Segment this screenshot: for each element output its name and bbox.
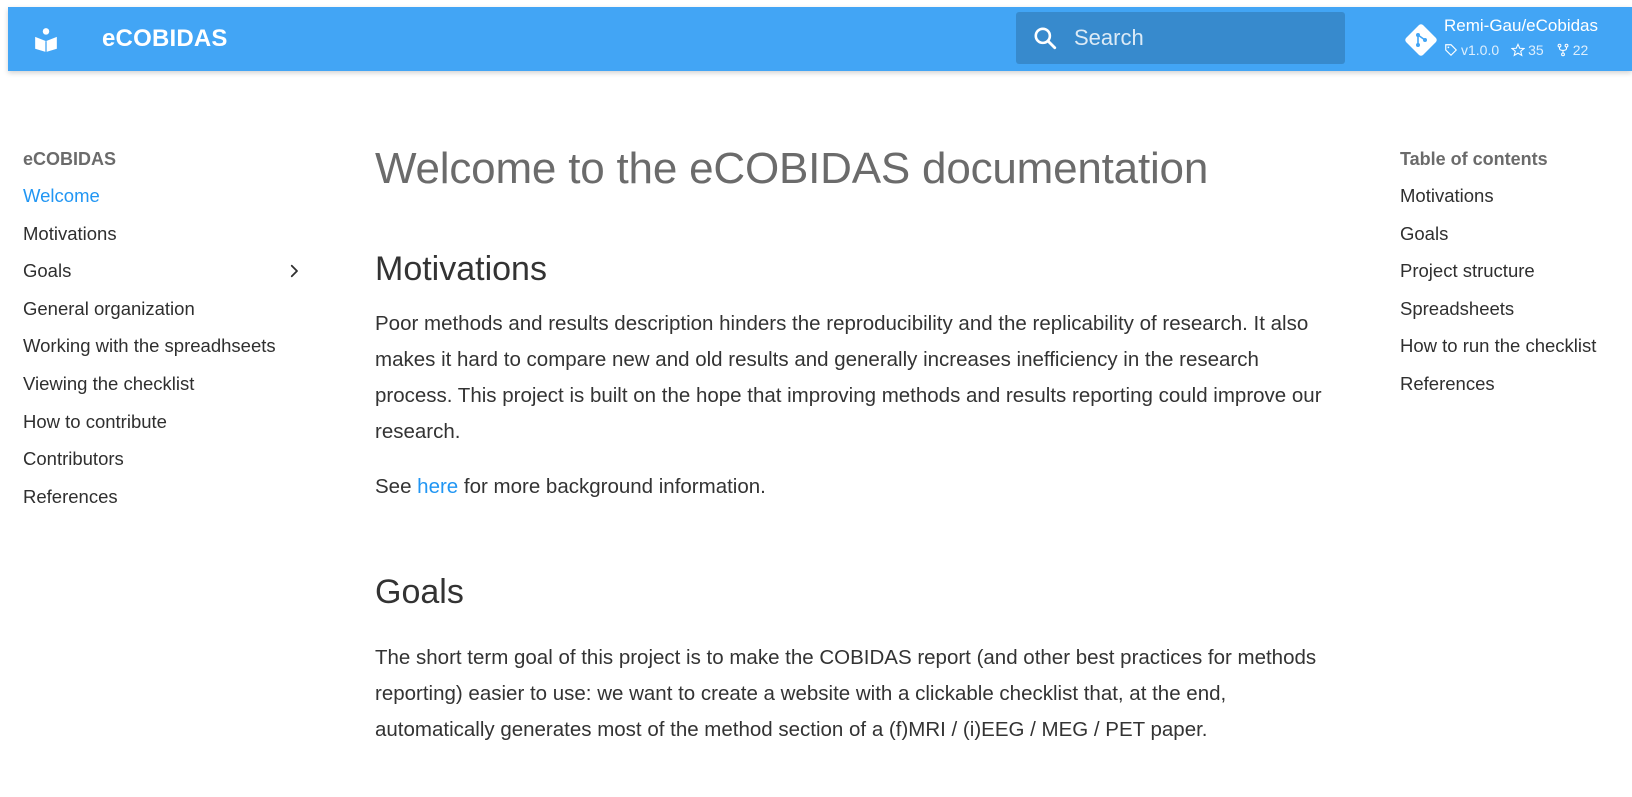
nav-item-motivations[interactable]: Motivations <box>23 223 313 261</box>
page: eCOBIDAS Search Remi-Gau/eCobidas v1.0.0… <box>0 0 1632 797</box>
main-content: Welcome to the eCOBIDAS documentation Mo… <box>375 140 1340 748</box>
nav-item-general-organization[interactable]: General organization <box>23 298 313 336</box>
git-icon <box>1404 23 1438 57</box>
repo-facts: v1.0.0 35 22 <box>1444 41 1588 59</box>
nav-heading: eCOBIDAS <box>23 149 117 169</box>
book-reader-icon[interactable] <box>26 19 66 59</box>
toc-item-goals[interactable]: Goals <box>1400 223 1632 261</box>
search-placeholder[interactable]: Search <box>1074 25 1144 51</box>
search-icon <box>1016 12 1074 64</box>
tag-icon <box>1445 44 1458 57</box>
toc-heading: Table of contents <box>1400 149 1548 169</box>
heading-motivations: Motivations <box>375 250 547 288</box>
repo-version: v1.0.0 <box>1444 41 1499 59</box>
toc-item-motivations[interactable]: Motivations <box>1400 185 1632 223</box>
background-info-paragraph: See here for more background information… <box>375 475 766 498</box>
page-title: Welcome to the eCOBIDAS documentation <box>375 144 1209 193</box>
nav-item-goals[interactable]: Goals <box>23 260 313 298</box>
nav-item-welcome[interactable]: Welcome <box>23 185 313 223</box>
here-link[interactable]: here <box>417 475 458 498</box>
chevron-right-icon[interactable] <box>285 262 303 280</box>
repo-forks: 22 <box>1556 41 1588 59</box>
goals-paragraph: The short term goal of this project is t… <box>375 646 1317 741</box>
top-header: eCOBIDAS Search Remi-Gau/eCobidas v1.0.0… <box>8 7 1632 71</box>
site-title[interactable]: eCOBIDAS <box>102 23 228 55</box>
nav-item-references[interactable]: References <box>23 486 313 524</box>
nav-item-how-to-contribute[interactable]: How to contribute <box>23 411 313 449</box>
nav-item-goals-label: Goals <box>23 260 72 282</box>
nav-item-working-with-spreadsheets[interactable]: Working with the spreadhseets <box>23 335 313 373</box>
repo-name: Remi-Gau/eCobidas <box>1444 16 1599 35</box>
nav-item-viewing-checklist[interactable]: Viewing the checklist <box>23 373 313 411</box>
toc-item-spreadsheets[interactable]: Spreadsheets <box>1400 298 1632 336</box>
repo-link[interactable]: Remi-Gau/eCobidas v1.0.0 35 22 <box>1404 13 1632 65</box>
toc-item-project-structure[interactable]: Project structure <box>1400 260 1632 298</box>
toc-item-references[interactable]: References <box>1400 373 1632 411</box>
fork-icon <box>1557 43 1569 57</box>
search-box[interactable]: Search <box>1016 12 1345 64</box>
motivations-paragraph: Poor methods and results description hin… <box>375 312 1322 443</box>
repo-stars: 35 <box>1511 41 1544 59</box>
toc-item-how-to-run-checklist[interactable]: How to run the checklist <box>1400 335 1632 373</box>
nav-item-contributors[interactable]: Contributors <box>23 448 313 486</box>
star-icon <box>1511 43 1526 57</box>
primary-nav: eCOBIDAS Welcome Motivations Goals Gener… <box>23 148 313 523</box>
table-of-contents: Table of contents Motivations Goals Proj… <box>1400 148 1632 411</box>
heading-goals: Goals <box>375 573 464 611</box>
